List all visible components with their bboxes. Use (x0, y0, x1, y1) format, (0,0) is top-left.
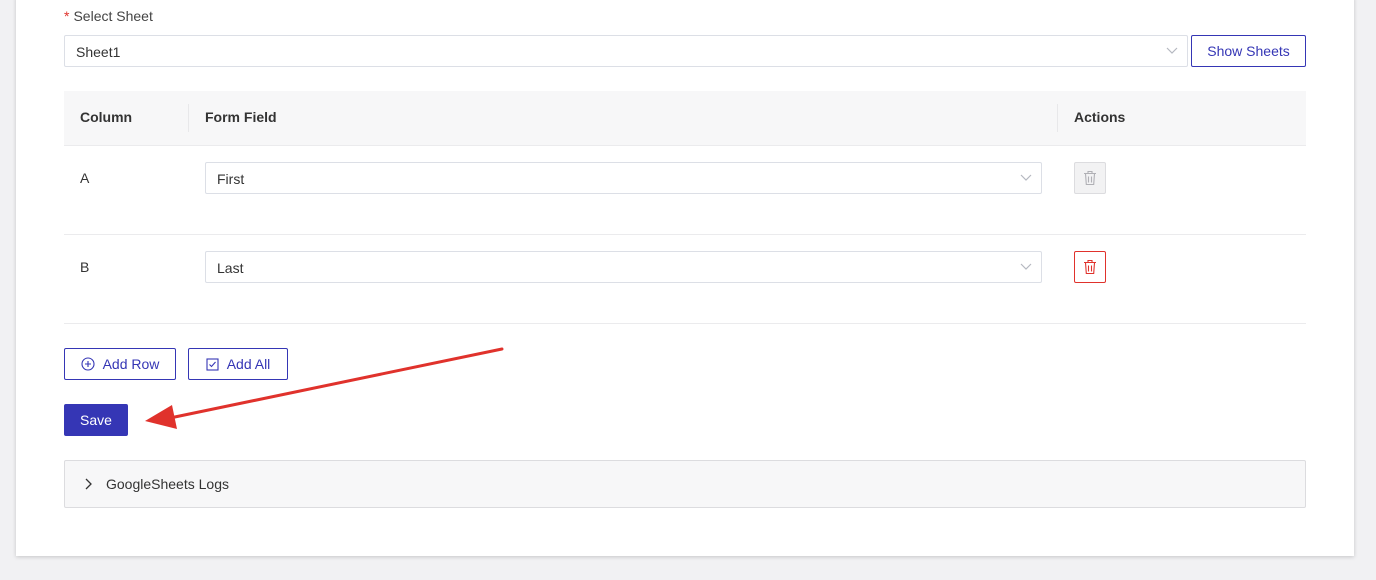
chevron-right-icon (85, 478, 92, 490)
googlesheets-logs-label: GoogleSheets Logs (106, 476, 229, 492)
googlesheets-logs-panel[interactable]: GoogleSheets Logs (64, 460, 1306, 508)
